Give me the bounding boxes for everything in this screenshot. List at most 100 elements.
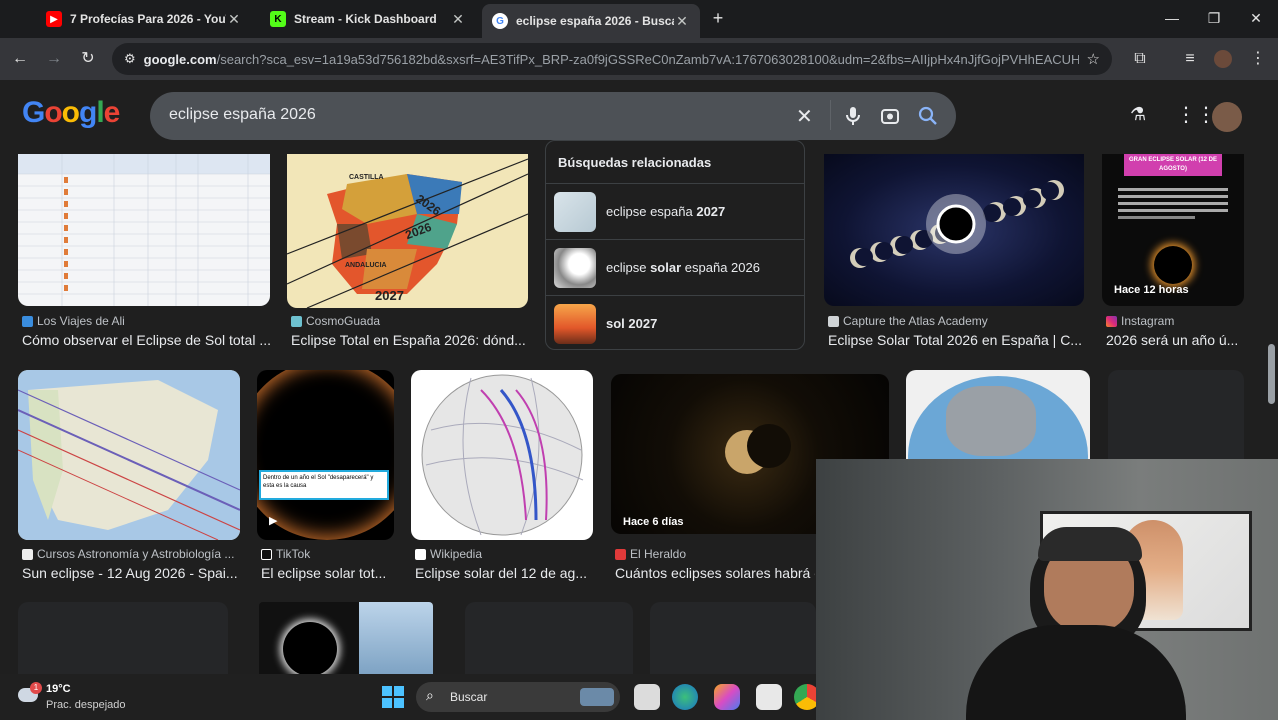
source-favicon-icon	[828, 315, 839, 327]
result-caption[interactable]: Eclipse solar del 12 de ag...	[415, 565, 593, 581]
result-thumb-eclipse-telescope[interactable]	[259, 602, 433, 674]
eclipse-image	[850, 180, 1064, 268]
source-favicon-icon	[615, 548, 626, 560]
result-thumb-tiktok[interactable]: Dentro de un año el Sol "desaparecerá" y…	[257, 370, 394, 540]
result-source[interactable]: Cursos Astronomía y Astrobiología ...	[22, 547, 240, 561]
related-searches-panel: Búsquedas relacionadas eclipse españa 20…	[545, 140, 805, 350]
result-source[interactable]: Wikipedia	[415, 547, 593, 561]
related-item[interactable]: eclipse solar españa 2026	[546, 239, 804, 295]
result-caption[interactable]: Eclipse Solar Total 2026 en España | C..…	[828, 332, 1084, 348]
weather-widget[interactable]: 1	[16, 682, 42, 708]
post-title-banner: GRAN ECLIPSE SOLAR (12 DE AGOSTO)	[1124, 154, 1222, 176]
new-tab-button[interactable]: +	[708, 8, 728, 28]
google-logo[interactable]: Google	[22, 96, 120, 130]
weather-alert-badge: 1	[30, 682, 42, 694]
search-highlight-icon	[580, 688, 614, 706]
result-source[interactable]: CosmoGuada	[291, 314, 527, 328]
tiktok-icon	[261, 548, 272, 560]
result-source[interactable]: Instagram	[1106, 314, 1246, 328]
close-window-button[interactable]: ✕	[1246, 8, 1266, 28]
related-text: sol 2027	[606, 316, 658, 331]
restore-button[interactable]: ❐	[1204, 8, 1224, 28]
apps-grid-icon[interactable]: ⋮⋮	[1176, 102, 1216, 127]
tab-google-search[interactable]: G eclipse españa 2026 - Buscar con Googl…	[482, 4, 700, 38]
related-thumb	[554, 192, 596, 232]
close-icon[interactable]: ✕	[450, 11, 466, 28]
tab-kick[interactable]: K Stream - Kick Dashboard ✕	[260, 4, 476, 34]
menu-icon[interactable]: ⋮	[1248, 49, 1268, 69]
lens-camera-icon[interactable]	[880, 106, 900, 126]
result-thumb-placeholder[interactable]	[465, 602, 633, 674]
labs-flask-icon[interactable]: ⚗	[1130, 104, 1146, 125]
scrollbar-thumb[interactable]	[1268, 344, 1275, 404]
search-icon[interactable]	[918, 106, 938, 126]
result-thumb-globe-map[interactable]	[906, 370, 1090, 460]
result-source[interactable]: Los Viajes de Ali	[22, 314, 270, 328]
store-icon[interactable]	[756, 684, 782, 710]
account-avatar[interactable]	[1212, 102, 1242, 132]
profile-avatar[interactable]	[1214, 50, 1232, 68]
task-view-icon[interactable]	[634, 684, 660, 710]
media-controls-icon[interactable]: ≡	[1180, 49, 1200, 69]
result-thumb-instagram[interactable]: GRAN ECLIPSE SOLAR (12 DE AGOSTO) Hace 1…	[1102, 154, 1244, 306]
address-bar[interactable]: ⚙ google.com/search?sca_esv=1a19a53d7561…	[112, 43, 1112, 75]
tab-strip: ▶ 7 Profecías Para 2026 - YouTube ✕ K St…	[0, 0, 1278, 38]
related-item[interactable]: sol 2027	[546, 295, 804, 351]
divider	[830, 100, 831, 130]
search-input[interactable]: eclipse españa 2026	[169, 106, 316, 124]
result-caption[interactable]: Cuántos eclipses solares habrá e	[615, 565, 815, 581]
tab-title: Stream - Kick Dashboard	[294, 12, 437, 26]
eclipse-ring	[1154, 246, 1192, 284]
play-icon[interactable]: ▶	[269, 514, 277, 527]
microphone-icon[interactable]	[844, 106, 862, 126]
youtube-icon: ▶	[46, 11, 62, 27]
bookmark-star-icon[interactable]: ☆	[1087, 50, 1100, 68]
result-caption[interactable]: El eclipse solar tot...	[261, 565, 394, 581]
weather-desc: Prac. despejado	[46, 699, 126, 711]
kick-icon: K	[270, 11, 286, 27]
related-thumb	[554, 304, 596, 344]
result-thumb-placeholder[interactable]	[1108, 370, 1244, 460]
result-source[interactable]: Capture the Atlas Academy	[828, 314, 1084, 328]
result-thumb-eclipse-sequence[interactable]	[824, 154, 1084, 306]
extensions-icon[interactable]: ⧉	[1130, 49, 1150, 69]
result-thumb-placeholder[interactable]	[650, 602, 816, 674]
source-favicon-icon	[22, 315, 33, 327]
result-thumb-spain-map[interactable]: CASTILLA ANDALUCIA 2026 2026 2027	[287, 154, 528, 308]
back-icon[interactable]: ←	[10, 49, 30, 69]
minimize-button[interactable]: —	[1162, 8, 1182, 28]
result-source[interactable]: TikTok	[261, 547, 394, 561]
result-caption[interactable]: Eclipse Total en España 2026: dónd...	[291, 332, 527, 348]
result-thumb-table[interactable]	[18, 154, 270, 306]
map-label: ANDALUCIA	[345, 262, 387, 269]
eclipse-ring	[257, 370, 394, 540]
search-icon: ⌕	[426, 687, 434, 703]
post-text-block	[1118, 184, 1228, 244]
taskbar-search[interactable]: ⌕ Buscar	[416, 682, 620, 712]
windows-start-icon[interactable]	[382, 686, 404, 708]
result-thumb-wikipedia-globe[interactable]	[411, 370, 593, 540]
result-caption[interactable]: 2026 será un año ú...	[1106, 332, 1246, 348]
edge-icon[interactable]	[672, 684, 698, 710]
tab-title: 7 Profecías Para 2026 - YouTube	[70, 12, 226, 26]
forward-icon[interactable]: →	[44, 49, 64, 69]
url-text: google.com/search?sca_esv=1a19a53d756182…	[143, 51, 1079, 67]
result-thumb-placeholder[interactable]	[18, 602, 228, 674]
copilot-icon[interactable]	[714, 684, 740, 710]
reload-icon[interactable]: ↻	[78, 49, 98, 69]
close-icon[interactable]: ✕	[674, 13, 690, 30]
time-badge: Hace 6 días	[623, 516, 684, 528]
result-caption[interactable]: Cómo observar el Eclipse de Sol total ..…	[22, 332, 270, 348]
related-item[interactable]: eclipse españa 2027	[546, 183, 804, 239]
tab-youtube[interactable]: ▶ 7 Profecías Para 2026 - YouTube ✕	[36, 4, 252, 34]
clear-icon[interactable]: ✕	[796, 104, 813, 129]
close-icon[interactable]: ✕	[226, 11, 242, 28]
result-source[interactable]: El Heraldo	[615, 547, 815, 561]
result-caption[interactable]: Sun eclipse - 12 Aug 2026 - Spai...	[22, 565, 240, 581]
time-badge: Hace 12 horas	[1114, 284, 1189, 296]
google-icon: G	[492, 13, 508, 29]
search-box[interactable]: eclipse españa 2026 ✕	[150, 92, 956, 140]
result-thumb-iberia-map[interactable]	[18, 370, 240, 540]
site-info-icon[interactable]: ⚙	[124, 51, 136, 67]
map-image	[18, 370, 240, 540]
